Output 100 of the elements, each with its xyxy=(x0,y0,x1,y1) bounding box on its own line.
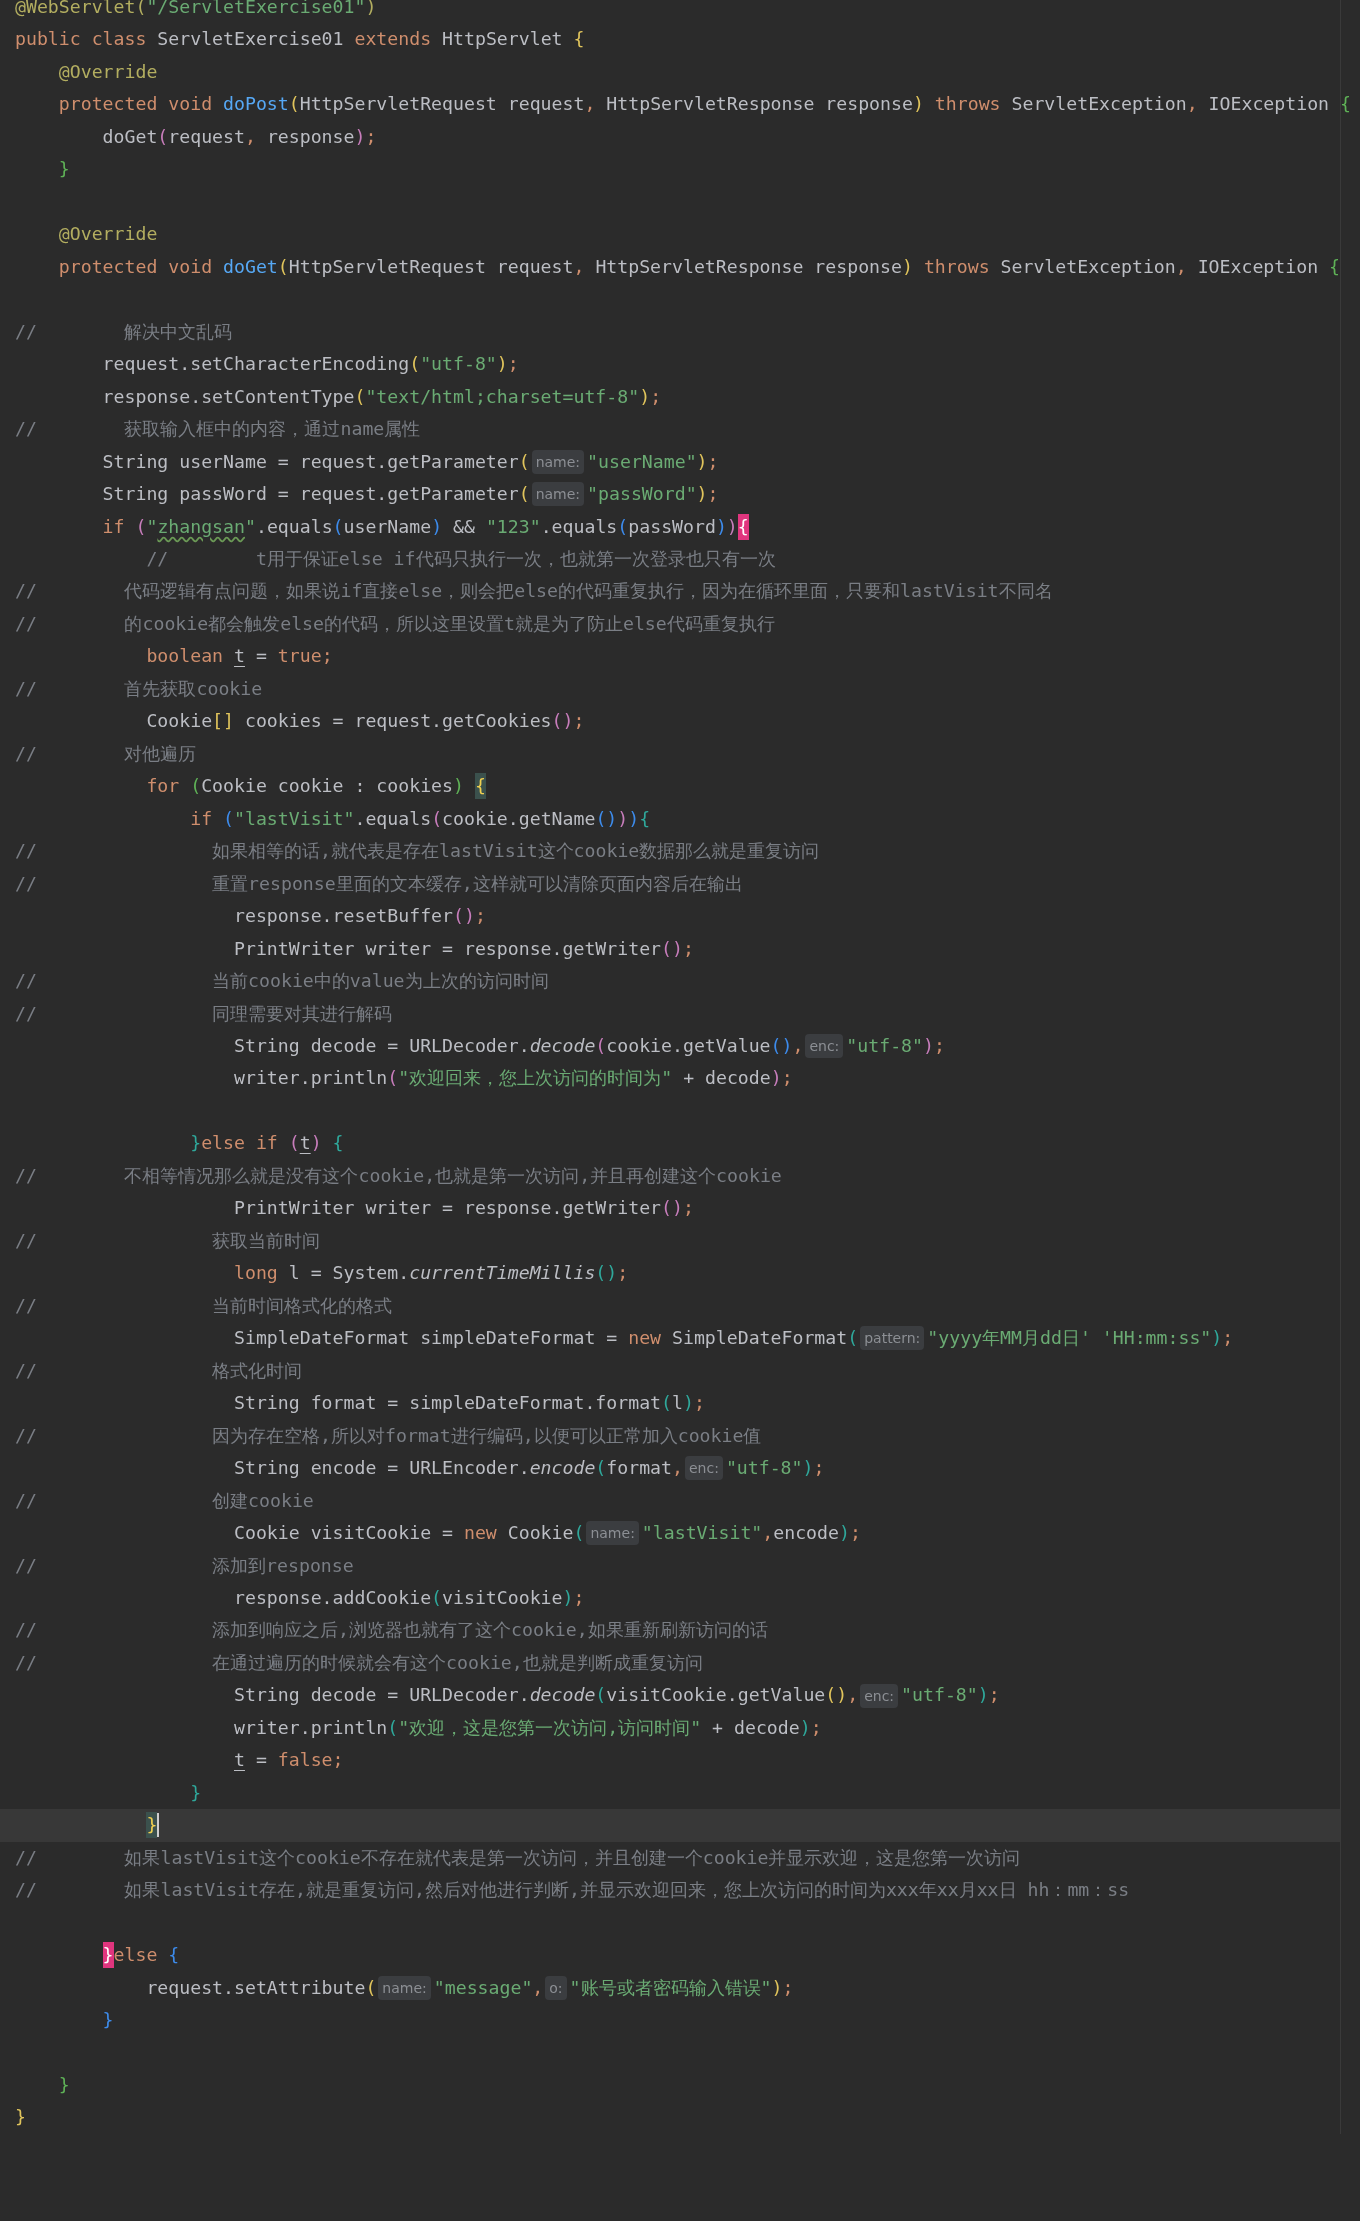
bracket: ( xyxy=(595,1456,607,1481)
bracket: ( xyxy=(288,92,300,117)
bracket: ( xyxy=(518,449,530,474)
code-text: IOException xyxy=(1197,254,1320,279)
keyword: ; xyxy=(573,1585,585,1610)
annotation: @Override xyxy=(58,222,158,247)
keyword: ; xyxy=(617,1261,629,1286)
bracket: { xyxy=(639,806,651,831)
code-text: String encode = URLEncoder. xyxy=(234,1456,530,1481)
bracket: ) xyxy=(902,254,913,279)
bracket: } xyxy=(58,157,70,182)
parameter-hint: name: xyxy=(586,1521,639,1546)
bracket: () xyxy=(825,1683,848,1708)
keyword: ; xyxy=(682,1196,694,1221)
keyword: if xyxy=(102,514,126,539)
bracket: ) xyxy=(771,1975,783,2000)
bracket: ) xyxy=(354,124,366,149)
code-text: request.setCharacterEncoding xyxy=(102,352,410,377)
bracket: ) xyxy=(726,514,738,539)
string-literal: "utf-8" xyxy=(846,1034,923,1058)
bracket: ( xyxy=(387,1715,399,1740)
comment: // 不相等情况那么就是没有这个cookie,也就是第一次访问,并且再创建这个cookie xyxy=(15,1163,782,1188)
comment: // 首先获取cookie xyxy=(15,676,263,701)
keyword: , xyxy=(532,1975,544,2000)
static-method: encode xyxy=(529,1456,596,1481)
variable: t xyxy=(234,1748,245,1773)
method-name: doPost xyxy=(223,92,289,117)
bracket: ) xyxy=(977,1683,989,1708)
bracket: ) xyxy=(802,1456,814,1481)
comment: // 创建cookie xyxy=(15,1488,314,1513)
keyword: , xyxy=(792,1034,804,1058)
string-literal: "lastVisit" xyxy=(234,806,355,831)
keyword: ; xyxy=(474,904,486,929)
bracket: ( xyxy=(847,1326,859,1351)
string-literal: "utf-8" xyxy=(420,352,497,377)
keyword: protected void xyxy=(58,254,214,279)
bracket: ) xyxy=(923,1034,934,1058)
matched-brace: } xyxy=(102,1942,114,1969)
bracket: () xyxy=(453,904,475,929)
code-text: visitCookie.getValue xyxy=(606,1683,826,1708)
code-text: userName xyxy=(343,514,432,539)
bracket: ) xyxy=(682,1391,694,1416)
keyword: ; xyxy=(1222,1326,1234,1351)
code-text: ServletExercise01 xyxy=(157,27,345,52)
bracket: } xyxy=(102,2008,114,2033)
bracket: ( xyxy=(595,1034,607,1058)
static-method: decode xyxy=(529,1683,596,1708)
keyword: , xyxy=(1186,92,1199,117)
keyword: true; xyxy=(277,644,333,669)
annotation: ) xyxy=(365,0,377,19)
code-text: String passWord = request.getParameter xyxy=(102,482,519,507)
comment: // 如果相等的话,就代表是存在lastVisit这个cookie数据那么就是重复访问 xyxy=(15,839,820,864)
parameter-hint: name: xyxy=(378,1975,431,2000)
keyword: protected void xyxy=(58,92,214,117)
code-text: HttpServletResponse response xyxy=(595,254,902,279)
static-method: currentTimeMillis xyxy=(409,1261,596,1286)
bracket: ( xyxy=(595,1683,607,1708)
keyword: , xyxy=(573,254,586,279)
code-text: request.setAttribute xyxy=(146,1975,366,2000)
code-text: response.setContentType xyxy=(102,384,355,409)
comment: // 因为存在空格,所以对format进行编码,以便可以正常加入cookie值 xyxy=(15,1423,762,1448)
matched-brace: { xyxy=(737,513,749,540)
bracket: ( xyxy=(157,124,169,149)
keyword: ; xyxy=(782,1975,794,2000)
bracket: () xyxy=(595,1261,618,1286)
string-literal: "欢迎，这是您第一次访问,访问时间" xyxy=(398,1715,702,1740)
keyword: , xyxy=(762,1521,774,1546)
code-text: cookie.getName xyxy=(442,806,596,831)
comment: // 同理需要对其进行解码 xyxy=(15,1001,393,1026)
bracket: ( xyxy=(431,1585,443,1610)
code-text: + decode xyxy=(712,1715,800,1740)
code-text: = xyxy=(255,1748,268,1773)
comment: // 格式化时间 xyxy=(15,1358,303,1383)
bracket: } xyxy=(190,1131,202,1156)
comment: // 如果lastVisit存在,就是重复访问,然后对他进行判断,并显示欢迎回来，您上次访问的时间为xxx年xx月xx日 hh：mm：ss xyxy=(15,1878,1130,1903)
code-text: writer.println xyxy=(234,1715,388,1740)
comment: // t用于保证else if代码只执行一次，也就第一次登录也只有一次 xyxy=(146,546,776,571)
keyword: ; xyxy=(813,1456,825,1481)
code-text: SimpleDateFormat simpleDateFormat = xyxy=(234,1326,619,1351)
keyword: ; xyxy=(707,449,719,474)
keyword: for xyxy=(146,774,181,799)
keyword: ; xyxy=(507,352,519,377)
matched-brace: { xyxy=(474,773,486,800)
code-text: request xyxy=(168,124,245,149)
keyword: throws xyxy=(923,254,991,279)
code-text: HttpServletRequest request xyxy=(299,92,585,117)
bracket: () xyxy=(551,709,574,734)
bracket: ) xyxy=(912,92,924,117)
annotation: @Override xyxy=(58,59,158,84)
comment: // 获取当前时间 xyxy=(15,1228,321,1253)
code-text: encode xyxy=(773,1521,839,1546)
code-text: .equals xyxy=(540,514,618,539)
parameter-hint: enc: xyxy=(805,1034,844,1059)
keyword: false; xyxy=(277,1748,344,1773)
bracket: ) xyxy=(310,1131,323,1156)
bracket: ) xyxy=(838,1521,850,1546)
keyword: ; xyxy=(849,1521,861,1546)
bracket: () xyxy=(770,1034,793,1058)
keyword: ; xyxy=(781,1066,793,1091)
keyword: , xyxy=(244,124,257,149)
